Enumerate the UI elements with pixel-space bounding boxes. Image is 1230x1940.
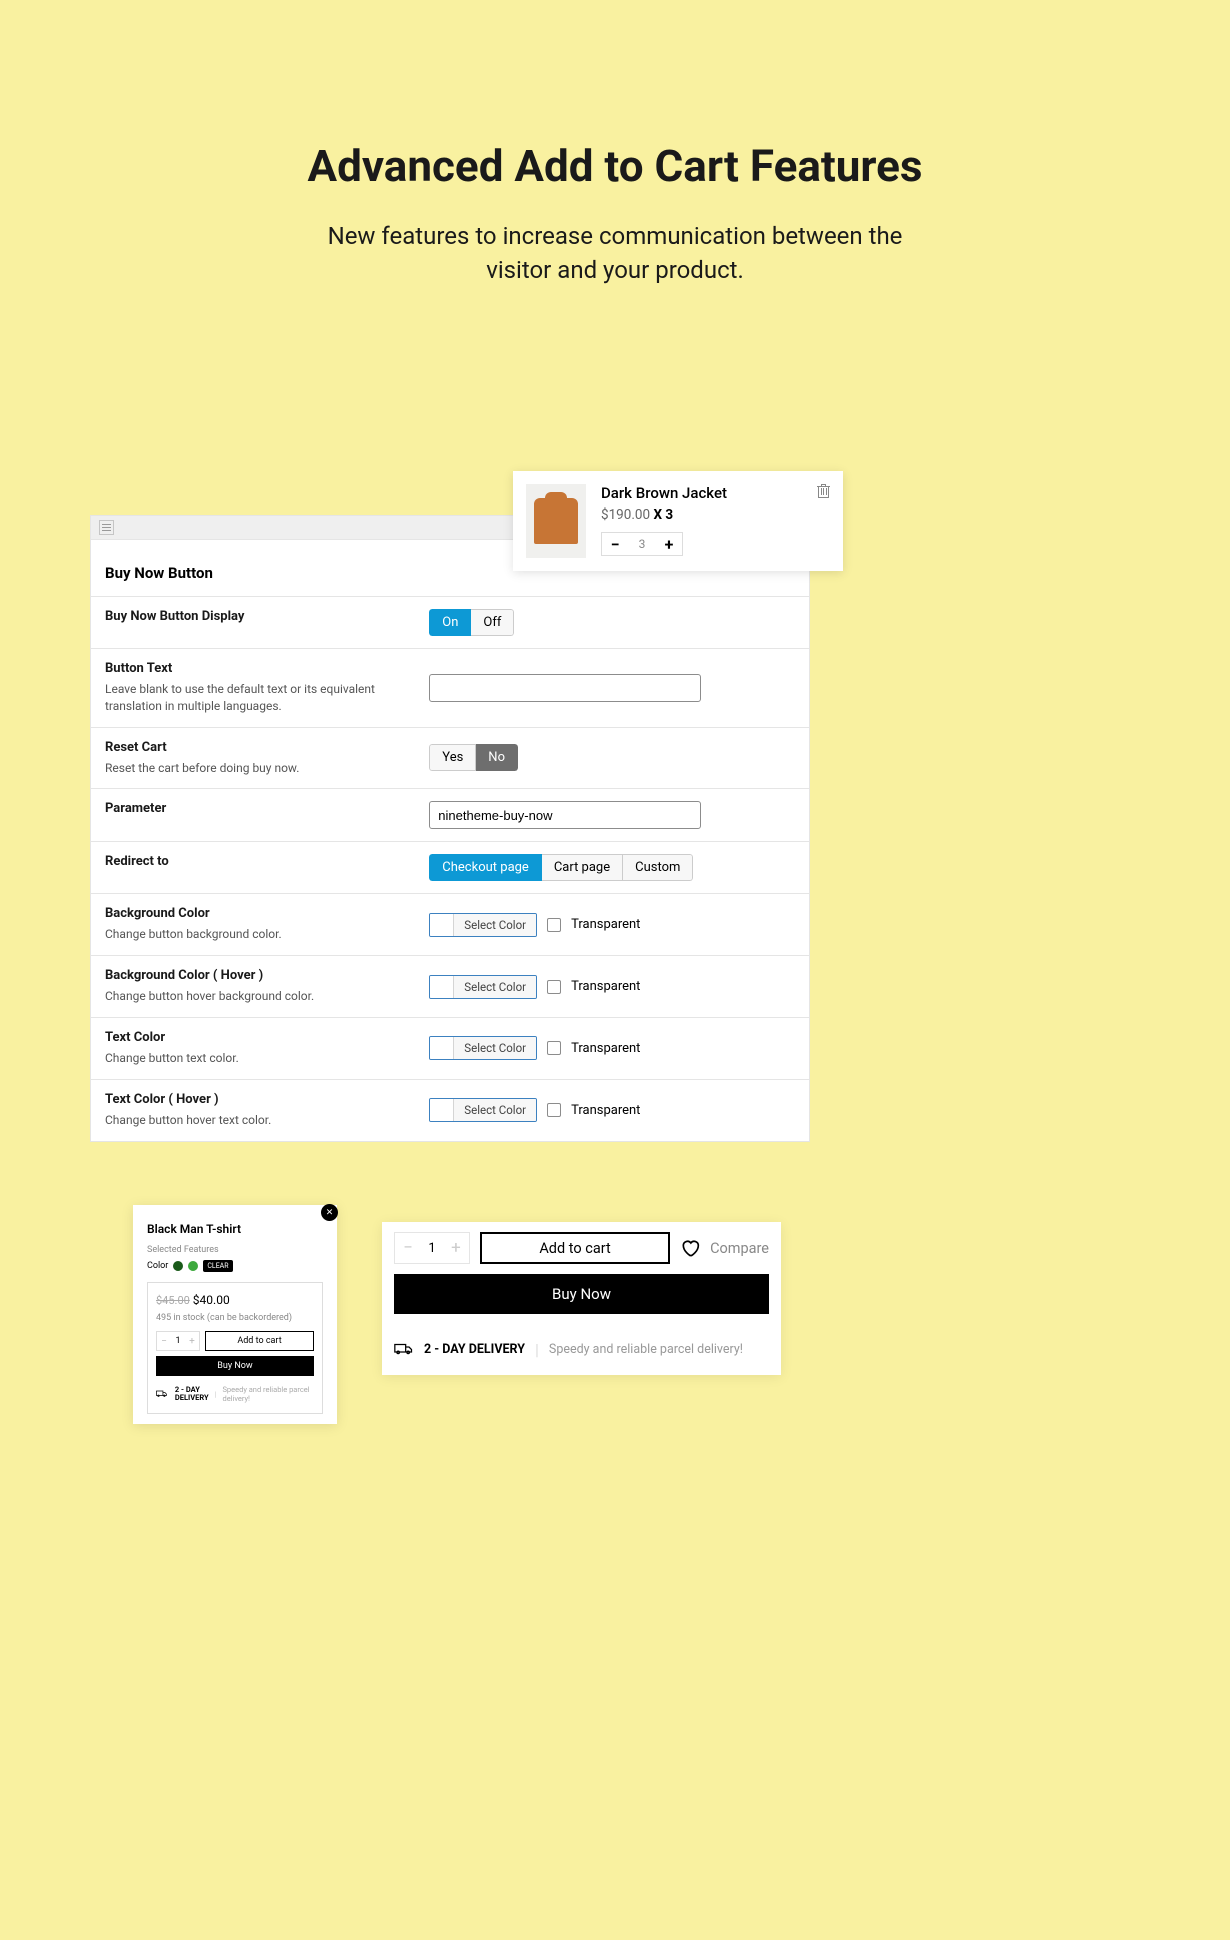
truck-icon xyxy=(156,1389,168,1399)
pc-qty-value: 1 xyxy=(171,1336,185,1346)
cart-item-image xyxy=(526,484,586,558)
bg-color-transparent-check[interactable] xyxy=(547,918,561,932)
ck-delivery-text: Speedy and reliable parcel delivery! xyxy=(549,1342,743,1357)
cart-item-price: $190.00 X 3 xyxy=(601,507,802,523)
parameter-input[interactable] xyxy=(429,801,701,829)
cart-qty-decrease[interactable]: − xyxy=(602,533,628,555)
ck-qty-control: − 1 + xyxy=(394,1232,470,1264)
reset-cart-label: Reset Cart xyxy=(105,740,429,755)
stock-label: 495 in stock (can be backordered) xyxy=(156,1313,314,1323)
cart-item-name: Dark Brown Jacket xyxy=(601,484,802,502)
redirect-custom[interactable]: Custom xyxy=(623,854,693,881)
color-swatch-1[interactable] xyxy=(173,1261,183,1271)
bg-color-help: Change button background color. xyxy=(105,926,385,943)
redirect-checkout[interactable]: Checkout page xyxy=(429,854,542,881)
pc-delivery-text: Speedy and reliable parcel delivery! xyxy=(222,1385,314,1403)
text-hover-help: Change button hover text color. xyxy=(105,1112,385,1129)
text-hover-label: Text Color ( Hover ) xyxy=(105,1092,429,1107)
product-price: $45.00 $40.00 xyxy=(156,1293,314,1307)
redirect-cart[interactable]: Cart page xyxy=(542,854,623,881)
hero-subtitle: New features to increase communication b… xyxy=(0,220,1230,287)
bg-color-picker[interactable]: Select Color xyxy=(429,913,537,937)
heart-icon[interactable] xyxy=(680,1238,700,1258)
display-label: Buy Now Button Display xyxy=(105,609,429,624)
bg-hover-transparent-check[interactable] xyxy=(547,980,561,994)
pc-qty-inc[interactable]: + xyxy=(185,1332,199,1350)
cart-qty-increase[interactable]: + xyxy=(656,533,682,555)
panel-icon[interactable] xyxy=(99,520,114,535)
color-label: Color xyxy=(147,1261,168,1271)
button-text-label: Button Text xyxy=(105,661,429,676)
truck-icon xyxy=(394,1342,414,1357)
color-swatch-2[interactable] xyxy=(188,1261,198,1271)
product-title: Black Man T-shirt xyxy=(147,1222,323,1236)
text-hover-picker[interactable]: Select Color xyxy=(429,1098,537,1122)
clear-button[interactable]: CLEAR xyxy=(203,1260,232,1272)
pc-delivery-title: 2 - DAYDELIVERY xyxy=(175,1386,209,1403)
ck-buy-now-button[interactable]: Buy Now xyxy=(394,1274,769,1314)
display-on[interactable]: On xyxy=(429,609,471,636)
bg-color-label: Background Color xyxy=(105,906,429,921)
ck-qty-value: 1 xyxy=(421,1241,443,1256)
ck-qty-inc[interactable]: + xyxy=(443,1238,469,1258)
pc-add-to-cart-button[interactable]: Add to cart xyxy=(205,1331,314,1351)
button-text-help: Leave blank to use the default text or i… xyxy=(105,681,385,715)
parameter-label: Parameter xyxy=(105,801,429,816)
ck-qty-dec[interactable]: − xyxy=(395,1238,421,1258)
bg-hover-picker[interactable]: Select Color xyxy=(429,975,537,999)
selected-features-label: Selected Features xyxy=(147,1245,323,1255)
text-color-transparent-label: Transparent xyxy=(571,1041,640,1056)
reset-no[interactable]: No xyxy=(476,744,518,771)
hero-title: Advanced Add to Cart Features xyxy=(0,140,1230,192)
close-icon[interactable]: ✕ xyxy=(321,1204,338,1221)
cart-qty-control: − 3 + xyxy=(601,532,683,556)
text-hover-transparent-label: Transparent xyxy=(571,1103,640,1118)
settings-panel: Buy Now Button Buy Now Button Display On… xyxy=(90,515,810,1142)
text-hover-transparent-check[interactable] xyxy=(547,1103,561,1117)
pc-buy-now-button[interactable]: Buy Now xyxy=(156,1356,314,1376)
redirect-label: Redirect to xyxy=(105,854,429,869)
text-color-label: Text Color xyxy=(105,1030,429,1045)
reset-cart-help: Reset the cart before doing buy now. xyxy=(105,760,385,777)
ck-delivery-title: 2 - DAY DELIVERY xyxy=(424,1342,525,1357)
compare-link[interactable]: Compare xyxy=(710,1240,769,1257)
text-color-transparent-check[interactable] xyxy=(547,1041,561,1055)
bg-hover-help: Change button hover background color. xyxy=(105,988,385,1005)
checkout-panel: − 1 + Add to cart Compare Buy Now 2 - DA… xyxy=(382,1222,781,1375)
cart-item-popup: Dark Brown Jacket $190.00 X 3 − 3 + xyxy=(513,471,843,571)
button-text-input[interactable] xyxy=(429,674,701,702)
bg-hover-label: Background Color ( Hover ) xyxy=(105,968,429,983)
cart-qty-value: 3 xyxy=(628,537,656,551)
reset-yes[interactable]: Yes xyxy=(429,744,476,771)
text-color-help: Change button text color. xyxy=(105,1050,385,1067)
ck-add-to-cart-button[interactable]: Add to cart xyxy=(480,1232,670,1264)
bg-hover-transparent-label: Transparent xyxy=(571,979,640,994)
pc-qty-dec[interactable]: − xyxy=(157,1332,171,1350)
bg-color-transparent-label: Transparent xyxy=(571,917,640,932)
trash-icon[interactable] xyxy=(817,484,830,499)
product-card: ✕ Black Man T-shirt Selected Features Co… xyxy=(133,1205,337,1424)
text-color-picker[interactable]: Select Color xyxy=(429,1036,537,1060)
pc-qty-control: − 1 + xyxy=(156,1331,200,1351)
display-off[interactable]: Off xyxy=(471,609,514,636)
